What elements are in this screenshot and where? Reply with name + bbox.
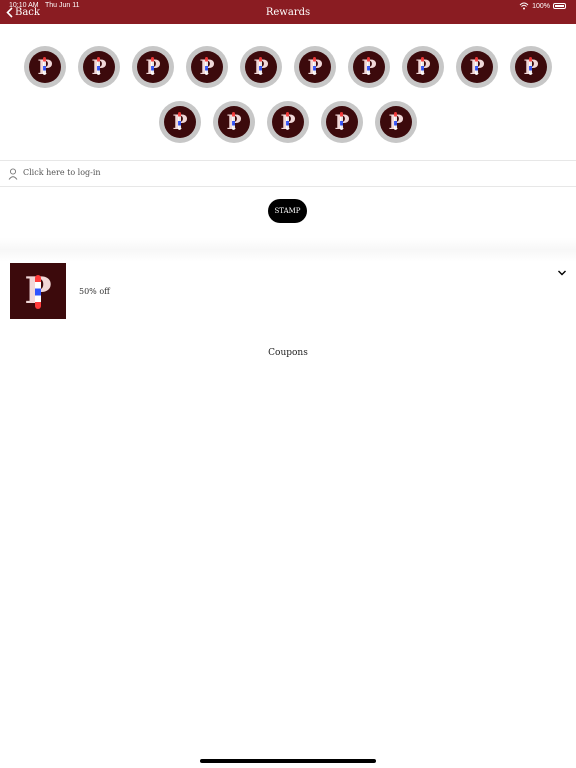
stamp-slot: P: [213, 101, 255, 143]
stamp-logo-icon: P: [245, 51, 277, 83]
stamp-slot: P: [321, 101, 363, 143]
top-bar: 10:10 AM Thu Jun 11 100% Back Rewards: [0, 0, 576, 24]
stamp-slot: P: [375, 101, 417, 143]
stamp-row-1: P P P P P P P P P P: [0, 46, 576, 88]
stamp-logo-icon: P: [380, 106, 412, 138]
stamp-logo-icon: P: [353, 51, 385, 83]
stamp-logo-icon: P: [83, 51, 115, 83]
stamp-slot: P: [348, 46, 390, 88]
stamp-logo-icon: P: [218, 106, 250, 138]
login-row[interactable]: Click here to log-in: [0, 160, 576, 187]
home-indicator[interactable]: [200, 759, 376, 763]
coupon-item[interactable]: P 50% off: [0, 262, 576, 322]
stamp-slot: P: [510, 46, 552, 88]
stamp-button[interactable]: STAMP: [268, 199, 307, 223]
stamp-row-2: P P P P P: [0, 101, 576, 143]
stamp-logo-icon: P: [515, 51, 547, 83]
stamp-slot: P: [24, 46, 66, 88]
stamp-slot: P: [78, 46, 120, 88]
stamp-slot: P: [159, 101, 201, 143]
coupon-logo-icon: P: [10, 263, 66, 319]
stamp-logo-icon: P: [137, 51, 169, 83]
stamp-logo-icon: P: [326, 106, 358, 138]
stamp-logo-icon: P: [272, 106, 304, 138]
stamp-slot: P: [186, 46, 228, 88]
stamp-logo-icon: P: [29, 51, 61, 83]
stamp-logo-icon: P: [191, 51, 223, 83]
coupon-label: 50% off: [79, 287, 110, 296]
stamp-logo-icon: P: [299, 51, 331, 83]
stamp-slot: P: [294, 46, 336, 88]
stamp-slot: P: [456, 46, 498, 88]
stamp-slot: P: [402, 46, 444, 88]
stamp-logo-icon: P: [164, 106, 196, 138]
page-title: Rewards: [265, 7, 311, 18]
stamp-card: P P P P P P P P P P P P P P P: [0, 46, 576, 156]
stamp-slot: P: [240, 46, 282, 88]
chevron-down-icon[interactable]: [557, 268, 567, 278]
section-divider: [0, 238, 576, 262]
stamp-logo-icon: P: [461, 51, 493, 83]
coupons-section-title: Coupons: [268, 348, 308, 358]
stamp-slot: P: [267, 101, 309, 143]
user-icon: [8, 168, 18, 180]
stamp-logo-icon: P: [407, 51, 439, 83]
login-link[interactable]: Click here to log-in: [23, 168, 101, 177]
stamp-slot: P: [132, 46, 174, 88]
